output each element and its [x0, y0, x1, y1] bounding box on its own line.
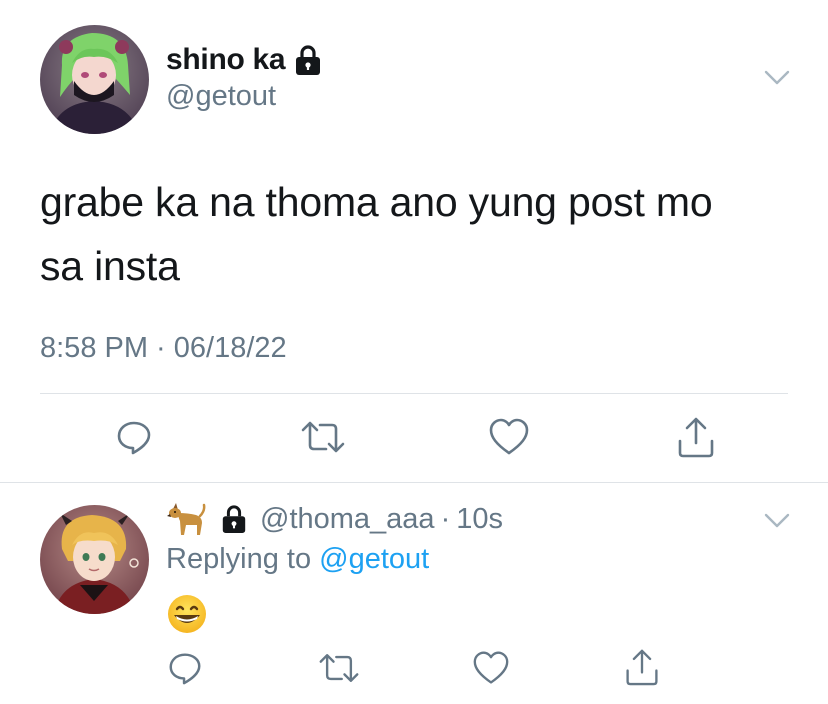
share-button[interactable] [676, 415, 716, 459]
reply-author-handle[interactable]: @thoma_aaa [260, 503, 435, 536]
lock-icon [220, 504, 248, 534]
share-button[interactable] [624, 647, 660, 687]
share-icon [626, 649, 658, 686]
reply-button[interactable] [114, 417, 154, 457]
retweet-icon [301, 421, 345, 453]
reply-tweet[interactable]: @thoma_aaa · 10s Replying to @getout [0, 483, 828, 704]
reply-time[interactable]: 10s [456, 503, 503, 536]
like-icon [489, 418, 529, 455]
author-handle[interactable]: @getout [166, 80, 276, 113]
avatar[interactable] [40, 505, 149, 614]
lock-icon [293, 44, 323, 76]
display-name[interactable]: shino ka [166, 43, 286, 77]
like-icon [473, 651, 509, 684]
replying-to-link[interactable]: @getout [319, 543, 429, 575]
avatar[interactable] [40, 25, 149, 134]
retweet-button[interactable] [318, 649, 360, 687]
author-name-row: shino ka [166, 40, 323, 80]
tweet-text-line: sa insta [40, 243, 180, 289]
tweet-action-bar [0, 415, 828, 459]
chevron-down-icon[interactable] [764, 70, 790, 86]
tweet-text-line: grabe ka na thoma ano yung post mo [40, 179, 713, 225]
reply-action-bar [0, 647, 828, 691]
share-icon [678, 417, 714, 458]
dog-emoji [166, 499, 206, 539]
grinning-face-emoji [166, 593, 208, 635]
tweet-text: grabe ka na thoma ano yung post mo sa in… [40, 170, 800, 298]
reply-button[interactable] [166, 649, 204, 687]
replying-to-prefix: Replying to [166, 543, 320, 575]
retweet-button[interactable] [300, 417, 346, 457]
like-button[interactable] [488, 417, 530, 457]
divider [40, 393, 788, 394]
reply-header: @thoma_aaa · 10s [166, 497, 503, 541]
main-tweet: shino ka @getout grabe ka na thoma ano y… [0, 0, 828, 482]
retweet-icon [319, 654, 359, 682]
replying-to: Replying to @getout [166, 543, 429, 576]
reply-icon [169, 653, 201, 685]
timestamp[interactable]: 8:58 PM · 06/18/22 [40, 332, 287, 365]
separator-dot: · [440, 502, 451, 535]
chevron-down-icon[interactable] [764, 513, 790, 529]
reply-icon [117, 421, 151, 455]
like-button[interactable] [472, 649, 510, 687]
